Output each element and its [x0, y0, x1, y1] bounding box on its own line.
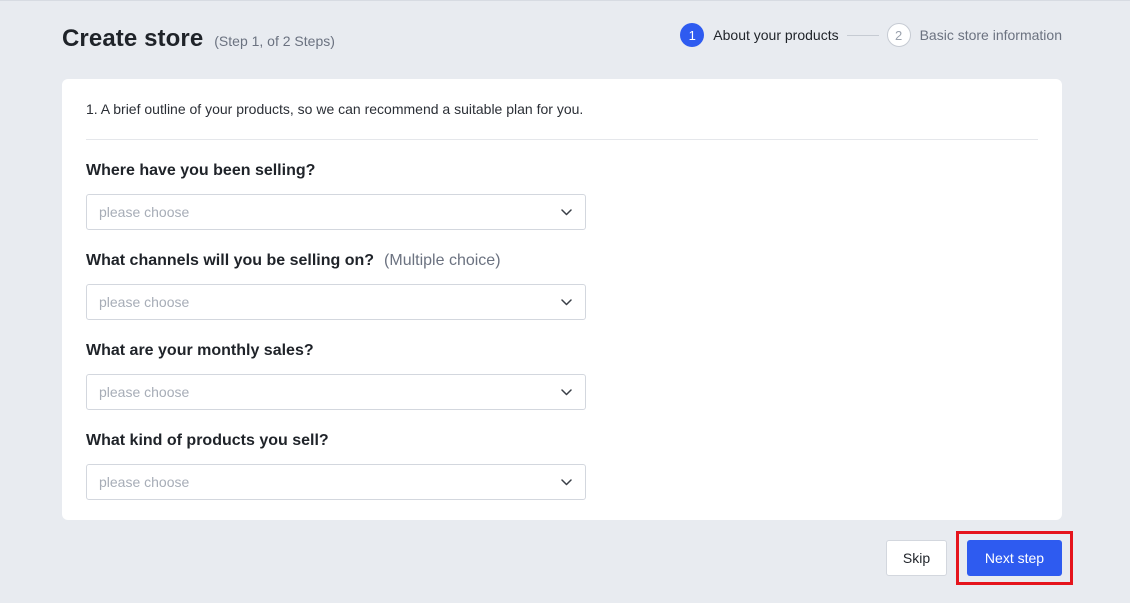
form-intro: 1. A brief outline of your products, so …	[86, 101, 584, 117]
step-progress-note: (Step 1, of 2 Steps)	[214, 33, 335, 49]
chevron-down-icon	[559, 205, 573, 219]
question-label: What channels will you be selling on?	[86, 252, 375, 269]
step-number-badge: 2	[886, 23, 911, 47]
monthly-sales-select[interactable]: please choose	[86, 374, 586, 410]
step-connector	[846, 34, 879, 36]
select-placeholder: please choose	[99, 204, 190, 220]
question-label: What kind of products you sell?	[86, 432, 329, 449]
stepper: 1 About your products 2 Basic store info…	[680, 23, 1062, 47]
question-selling-history: Where have you been selling?	[86, 162, 315, 180]
question-label: What are your monthly sales?	[86, 342, 314, 359]
skip-button[interactable]: Skip	[886, 540, 947, 576]
step-number-badge: 1	[680, 23, 705, 47]
question-product-kind: What kind of products you sell?	[86, 432, 329, 450]
select-placeholder: please choose	[99, 294, 190, 310]
select-placeholder: please choose	[99, 474, 190, 490]
page-title: Create store	[62, 25, 204, 52]
form-card: 1. A brief outline of your products, so …	[62, 79, 1062, 520]
step-basic-store-information[interactable]: 2 Basic store information	[886, 23, 1062, 47]
divider	[86, 139, 1038, 140]
selling-history-select[interactable]: please choose	[86, 194, 586, 230]
sales-channels-select[interactable]: please choose	[86, 284, 586, 320]
question-label: Where have you been selling?	[86, 162, 316, 179]
chevron-down-icon	[559, 295, 573, 309]
chevron-down-icon	[559, 385, 573, 399]
question-sales-channels: What channels will you be selling on? (M…	[86, 252, 501, 270]
select-placeholder: please choose	[99, 384, 190, 400]
product-kind-select[interactable]: please choose	[86, 464, 586, 500]
chevron-down-icon	[559, 475, 573, 489]
step-about-products[interactable]: 1 About your products	[680, 23, 839, 47]
question-monthly-sales: What are your monthly sales?	[86, 342, 314, 360]
next-step-button[interactable]: Next step	[967, 540, 1062, 576]
question-note: (Multiple choice)	[384, 252, 501, 269]
page-header: Create store (Step 1, of 2 Steps)	[62, 25, 335, 53]
step-label: Basic store information	[919, 27, 1062, 43]
step-label: About your products	[713, 27, 839, 43]
